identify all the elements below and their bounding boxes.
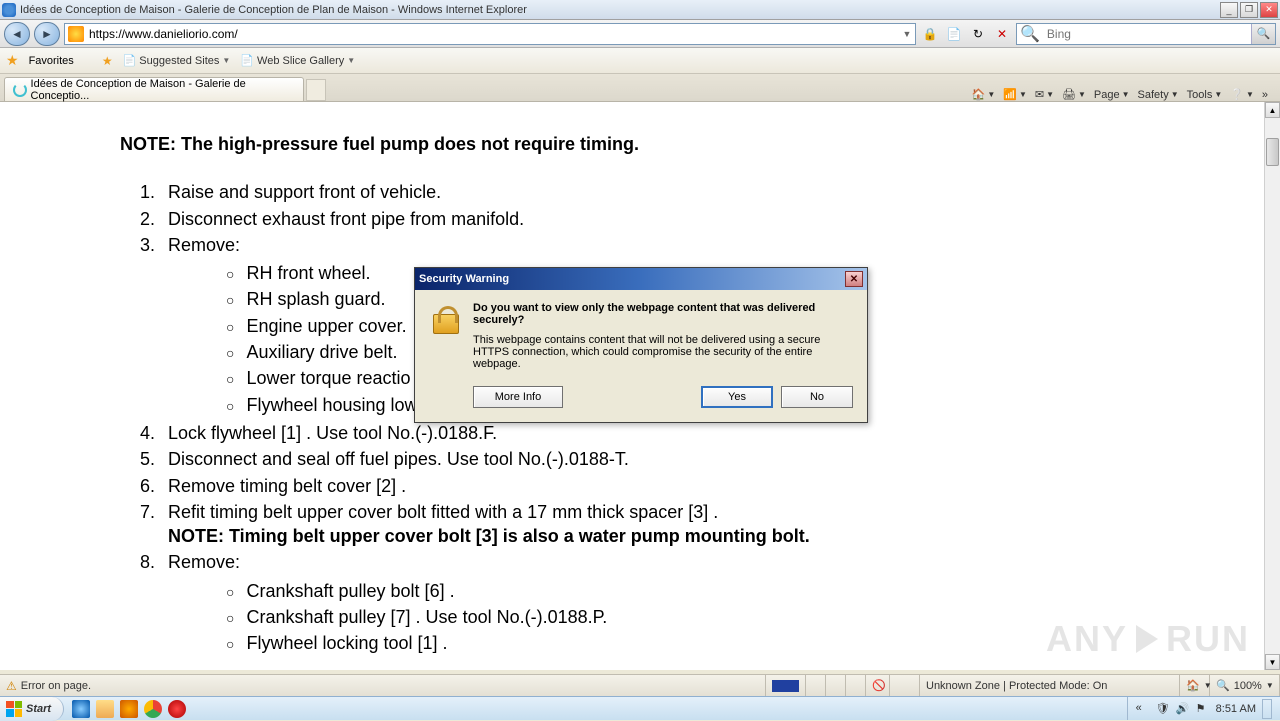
show-desktop-button[interactable] <box>1262 699 1272 719</box>
security-zone: Unknown Zone | Protected Mode: On <box>926 680 1107 692</box>
doc-step: Disconnect and seal off fuel pipes. Use … <box>160 447 1144 471</box>
dialog-close-button[interactable]: ✕ <box>845 271 863 287</box>
more-info-button[interactable]: More Info <box>473 386 563 408</box>
doc-note: NOTE: The high-pressure fuel pump does n… <box>120 132 1144 156</box>
tray-clock[interactable]: 8:51 AM <box>1216 703 1256 715</box>
dialog-detail: This webpage contains content that will … <box>473 334 853 370</box>
tab-title: Idées de Conception de Maison - Galerie … <box>31 78 295 102</box>
search-button[interactable]: 🔍 <box>1251 24 1275 44</box>
minimize-button[interactable]: _ <box>1220 2 1238 18</box>
safety-menu[interactable]: Safety▼ <box>1138 89 1179 101</box>
new-tab-button[interactable] <box>306 79 326 101</box>
doc-step: Disconnect exhaust front pipe from manif… <box>160 207 1144 231</box>
address-bar[interactable]: ▼ <box>64 23 916 45</box>
ie-icon <box>2 3 16 17</box>
command-bar: 🏠▼ 📶▼ ✉▼ 🖨▼ Page▼ Safety▼ Tools▼ ❔▼ » <box>972 88 1276 101</box>
navigation-bar: ◄ ► ▼ 🔒 📄 ↻ ✕ 🔍 🔍 <box>0 20 1280 48</box>
tray-flag-icon[interactable]: ⚑ <box>1196 702 1210 716</box>
favorites-label[interactable]: Favorites <box>29 55 74 67</box>
scroll-down-button[interactable]: ▼ <box>1265 654 1280 670</box>
blocked-icon[interactable]: 🚫 <box>872 679 886 692</box>
status-error: Error on page. <box>21 680 91 692</box>
taskbar: Start « 🛡 🔊 ⚑ 8:51 AM <box>0 696 1280 720</box>
taskbar-explorer-icon[interactable] <box>96 700 114 718</box>
tab-active[interactable]: Idées de Conception de Maison - Galerie … <box>4 77 304 101</box>
loading-icon <box>13 83 27 97</box>
search-icon: 🔍 <box>1017 24 1043 44</box>
security-warning-dialog: Security Warning ✕ Do you want to view o… <box>414 267 868 423</box>
doc-step: Lock flywheel [1] . Use tool No.(-).0188… <box>160 421 1144 445</box>
page-icon: 📄 <box>123 54 137 67</box>
refresh-button[interactable]: ↻ <box>968 24 988 44</box>
close-button[interactable]: ✕ <box>1260 2 1278 18</box>
doc-note-inline: NOTE: Timing belt upper cover bolt [3] i… <box>168 526 810 546</box>
window-title: Idées de Conception de Maison - Galerie … <box>20 4 1220 16</box>
dialog-question: Do you want to view only the webpage con… <box>473 302 853 326</box>
window-titlebar: Idées de Conception de Maison - Galerie … <box>0 0 1280 20</box>
lock-icon[interactable]: 🔒 <box>920 24 940 44</box>
tray-security-icon[interactable]: 🛡 <box>1156 702 1170 716</box>
web-slice-link[interactable]: 📄 Web Slice Gallery ▼ <box>240 54 355 67</box>
add-favorite-button[interactable]: ★ <box>102 54 113 68</box>
zoom-level[interactable]: 100% <box>1234 680 1262 692</box>
suggested-sites-link[interactable]: 📄 Suggested Sites ▼ <box>123 54 231 67</box>
search-bar[interactable]: 🔍 🔍 <box>1016 23 1276 45</box>
search-input[interactable] <box>1043 27 1251 41</box>
forward-button[interactable]: ► <box>34 22 60 46</box>
feeds-button[interactable]: 📶▼ <box>1003 88 1027 101</box>
doc-subitem: Crankshaft pulley bolt [6] . <box>218 579 1144 603</box>
tray-volume-icon[interactable]: 🔊 <box>1176 702 1190 716</box>
taskbar-chrome-icon[interactable] <box>144 700 162 718</box>
doc-step: Remove: Crankshaft pulley bolt [6] . Cra… <box>160 550 1144 655</box>
taskbar-app-icon[interactable] <box>168 700 186 718</box>
home-button[interactable]: 🏠▼ <box>972 88 996 101</box>
expand-icon[interactable]: » <box>1262 89 1268 101</box>
maximize-button[interactable]: ❐ <box>1240 2 1258 18</box>
scroll-up-button[interactable]: ▲ <box>1265 102 1280 118</box>
taskbar-ie-icon[interactable] <box>72 700 90 718</box>
print-button[interactable]: 🖨▼ <box>1062 88 1086 101</box>
progress-indicator <box>772 680 799 692</box>
dialog-title: Security Warning <box>419 273 845 285</box>
tab-bar: Idées de Conception de Maison - Galerie … <box>0 74 1280 102</box>
tray-arrow-icon[interactable]: « <box>1136 702 1150 716</box>
zoom-icon[interactable]: 🔍 <box>1216 679 1230 692</box>
status-bar: ⚠ Error on page. 🚫 Unknown Zone | Protec… <box>0 674 1280 696</box>
help-button[interactable]: ❔▼ <box>1230 88 1254 101</box>
doc-subitem: Flywheel locking tool [1] . <box>218 631 1144 655</box>
system-tray: « 🛡 🔊 ⚑ 8:51 AM <box>1127 697 1280 720</box>
tools-menu[interactable]: Tools▼ <box>1187 89 1223 101</box>
site-icon <box>68 26 84 42</box>
yes-button[interactable]: Yes <box>701 386 773 408</box>
page-icon: 📄 <box>240 54 254 67</box>
doc-step: Refit timing belt upper cover bolt fitte… <box>160 500 1144 549</box>
no-button[interactable]: No <box>781 386 853 408</box>
zone-icon[interactable]: 🏠 <box>1186 679 1200 692</box>
stop-button[interactable]: ✕ <box>992 24 1012 44</box>
url-input[interactable] <box>87 27 899 41</box>
doc-step: Remove timing belt cover [2] . <box>160 474 1144 498</box>
mail-button[interactable]: ✉▼ <box>1035 88 1054 101</box>
compat-icon[interactable]: 📄 <box>944 24 964 44</box>
scroll-thumb[interactable] <box>1266 138 1279 166</box>
lock-warning-icon <box>429 302 461 334</box>
windows-logo-icon <box>6 701 22 717</box>
address-dropdown[interactable]: ▼ <box>899 29 915 39</box>
back-button[interactable]: ◄ <box>4 22 30 46</box>
page-menu[interactable]: Page▼ <box>1094 89 1130 101</box>
vertical-scrollbar[interactable]: ▲ ▼ <box>1264 102 1280 670</box>
warning-icon: ⚠ <box>6 679 17 693</box>
start-button[interactable]: Start <box>0 697 64 721</box>
taskbar-media-icon[interactable] <box>120 700 138 718</box>
dialog-titlebar[interactable]: Security Warning ✕ <box>415 268 867 290</box>
doc-step: Raise and support front of vehicle. <box>160 180 1144 204</box>
doc-subitem: Crankshaft pulley [7] . Use tool No.(-).… <box>218 605 1144 629</box>
favorites-star-icon[interactable]: ★ <box>6 52 19 69</box>
favorites-bar: ★ Favorites ★ 📄 Suggested Sites ▼ 📄 Web … <box>0 48 1280 74</box>
